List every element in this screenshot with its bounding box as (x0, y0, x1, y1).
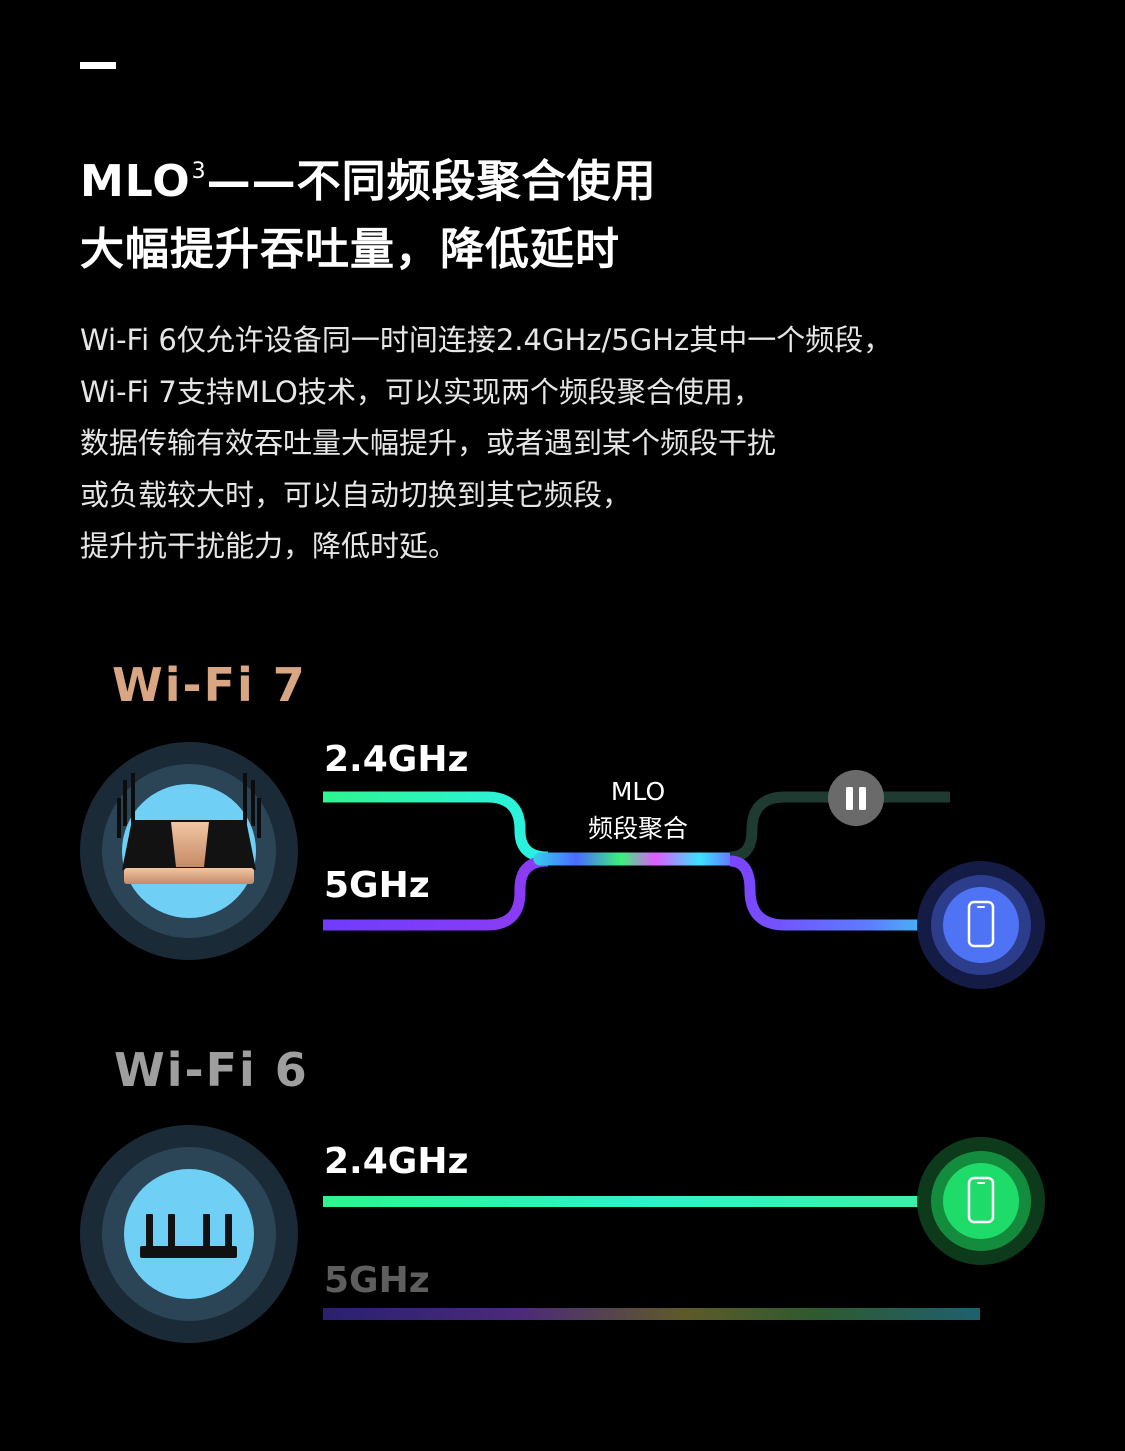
wifi7-device-badge (917, 861, 1045, 989)
wifi7-active-5ghz-out (729, 855, 950, 931)
wifi7-logo: Wi-Fi 7 (112, 658, 307, 712)
wifi6-logo: Wi-Fi 6 (114, 1043, 309, 1097)
wifi7-24ghz-line (323, 791, 549, 863)
wifi7-band-24ghz-label: 2.4GHz (324, 739, 469, 780)
mlo-label-line-1: MLO (610, 777, 666, 806)
wifi6-24ghz-line (323, 1196, 950, 1207)
wifi6-5ghz-line (323, 1308, 980, 1320)
wifi7-router-badge (80, 742, 298, 960)
pause-icon (828, 770, 884, 826)
wifi6-band-24ghz-label: 2.4GHz (324, 1141, 469, 1182)
band-diagram (80, 742, 1045, 1343)
mlo-label-line-2: 频段聚合 (587, 814, 688, 843)
wifi6-device-badge (917, 1137, 1045, 1265)
wifi7-band-5ghz-label: 5GHz (324, 865, 430, 906)
mlo-label: MLO 频段聚合 (568, 773, 708, 847)
wifi6-band-5ghz-label: 5GHz (324, 1260, 430, 1301)
wifi6-router-badge (80, 1125, 298, 1343)
